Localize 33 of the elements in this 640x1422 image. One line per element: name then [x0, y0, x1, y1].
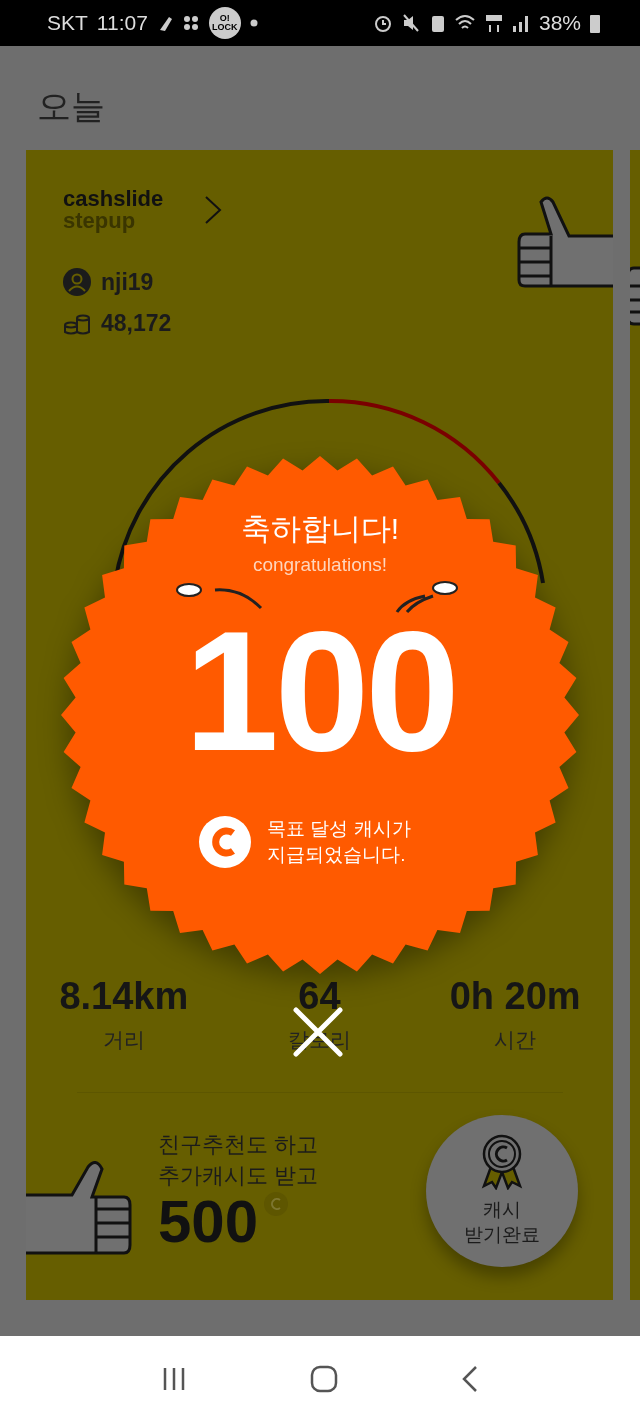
cash-balance: 48,172 — [101, 310, 172, 337]
stat-value: 0h 20m — [449, 975, 581, 1018]
congrats-title: 축하합니다! — [240, 511, 400, 547]
alarm-icon — [372, 13, 393, 33]
medal-icon — [480, 1134, 524, 1191]
bonus-amount: 500 — [158, 1191, 259, 1252]
stat-label: 거리 — [102, 1027, 145, 1053]
mute-icon — [401, 13, 422, 33]
home-icon[interactable] — [310, 1365, 338, 1393]
lock-app-badge: O! LOCK — [208, 7, 241, 39]
page-title: 오늘 — [36, 86, 106, 127]
back-icon[interactable] — [460, 1365, 479, 1393]
user-avatar-icon — [63, 268, 91, 296]
battery-text: 38% — [538, 11, 581, 35]
brand-name: cashslide — [63, 188, 164, 210]
reward-amount: 100 — [184, 606, 456, 776]
signal-icon — [511, 14, 530, 32]
stat-label: 시간 — [494, 1027, 537, 1053]
cash-coin-icon — [199, 816, 252, 868]
chevron-right-icon[interactable] — [203, 194, 224, 226]
stat-value: 8.14km — [59, 975, 189, 1018]
battery-icon — [590, 13, 600, 33]
congrats-subtitle: congratulations! — [252, 554, 388, 576]
username-text: nji19 — [101, 268, 154, 296]
coin-icon — [264, 1191, 289, 1216]
cash-claimed-button[interactable]: 캐시 받기완료 — [426, 1115, 578, 1267]
stat-value: 64 — [298, 975, 341, 1018]
dot-icon — [249, 19, 258, 27]
reward-message: 목표 달성 캐시가 지급되었습니다. — [267, 817, 411, 867]
promo-text: 친구추천도 하고 추가캐시도 받고 — [158, 1131, 320, 1190]
coins-icon — [63, 312, 91, 335]
clock-text: 11:07 — [96, 11, 148, 35]
carrier-text: SKT — [47, 11, 88, 35]
